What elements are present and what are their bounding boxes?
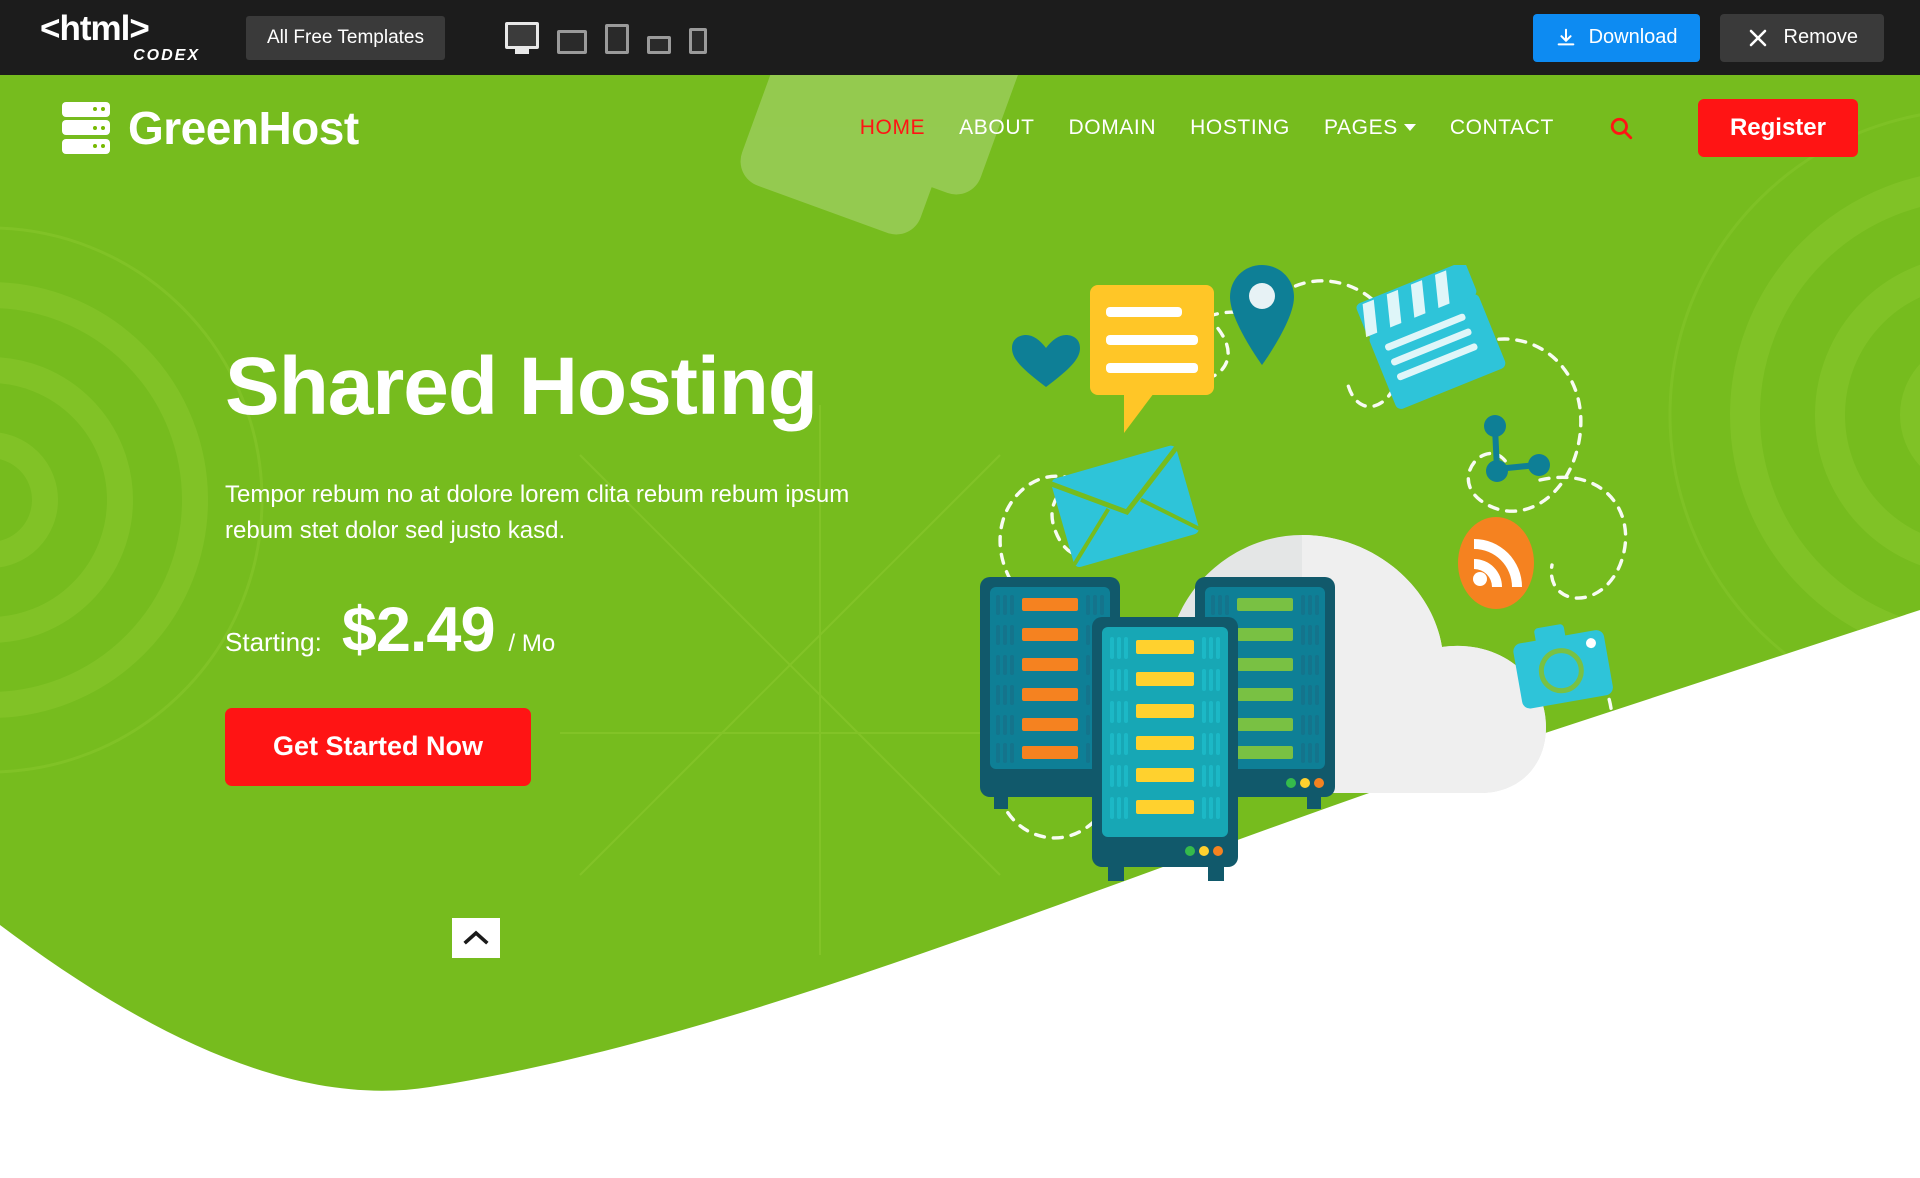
- nav-item-domain[interactable]: DOMAIN: [1069, 116, 1157, 140]
- remove-button-label: Remove: [1783, 26, 1858, 48]
- envelope-icon: [1050, 445, 1201, 568]
- htmlcodex-topbar: <html> CODEX All Free Templates Download…: [0, 0, 1920, 75]
- hero-heading: Shared Hosting: [225, 341, 818, 432]
- heart-icon: [1012, 335, 1080, 387]
- template-preview-page: GreenHost HOME ABOUT DOMAIN HOSTING PAGE…: [0, 75, 1920, 1178]
- all-free-templates-button[interactable]: All Free Templates: [246, 15, 445, 60]
- clapperboard-icon: [1356, 265, 1506, 409]
- remove-button[interactable]: Remove: [1719, 13, 1884, 62]
- download-button-label: Download: [1588, 26, 1678, 48]
- hero-price-row: Starting: $2.49 / Mo: [225, 594, 945, 666]
- site-navbar: GreenHost HOME ABOUT DOMAIN HOSTING PAGE…: [0, 75, 1920, 180]
- htmlcodex-logo[interactable]: <html> CODEX: [40, 10, 200, 66]
- download-button[interactable]: Download: [1532, 13, 1700, 62]
- hero-copy: Shared Hosting Tempor rebum no at dolore…: [225, 345, 945, 786]
- nav-item-pages-label: PAGES: [1324, 115, 1398, 139]
- search-button[interactable]: [1604, 111, 1638, 145]
- hero-subtitle: Tempor rebum no at dolore lorem clita re…: [225, 480, 850, 544]
- search-icon: [1610, 117, 1633, 139]
- rss-icon: [1458, 517, 1534, 609]
- price-value: $2.49: [341, 594, 496, 665]
- nav-item-home[interactable]: HOME: [860, 116, 925, 140]
- phone-portrait-icon: [689, 27, 707, 54]
- nav-item-contact[interactable]: CONTACT: [1450, 116, 1554, 140]
- tablet-landscape-icon: [557, 29, 587, 54]
- price-period: / Mo: [508, 629, 556, 657]
- phone-landscape-icon: [647, 35, 671, 54]
- site-title: GreenHost: [128, 101, 359, 154]
- device-tablet-portrait-button[interactable]: [605, 23, 629, 54]
- device-tablet-landscape-button[interactable]: [557, 29, 587, 54]
- topbar-actions: Download Remove: [1532, 13, 1884, 62]
- price-label: Starting:: [225, 626, 322, 657]
- device-phone-portrait-button[interactable]: [689, 27, 707, 54]
- nav-item-hosting[interactable]: HOSTING: [1190, 116, 1290, 140]
- chevron-up-icon: [463, 930, 489, 945]
- status-leds-yellow-rack: [1185, 846, 1223, 856]
- nav-item-about[interactable]: ABOUT: [959, 116, 1034, 140]
- close-x-icon: [1749, 29, 1766, 46]
- cloud-hosting-illustration: [980, 265, 1640, 985]
- register-button[interactable]: Register: [1697, 98, 1858, 157]
- device-desktop-button[interactable]: [505, 21, 539, 54]
- main-navigation: HOME ABOUT DOMAIN HOSTING PAGES CONTACT …: [860, 98, 1920, 157]
- htmlcodex-wordmark: <html>: [40, 9, 150, 48]
- desktop-icon: [505, 21, 539, 54]
- share-nodes-icon: [1484, 415, 1550, 482]
- device-phone-landscape-button[interactable]: [647, 35, 671, 54]
- back-to-top-button[interactable]: [452, 918, 500, 958]
- tablet-portrait-icon: [605, 23, 629, 54]
- device-preview-switcher: [505, 21, 707, 54]
- server-rack-yellow: [1092, 617, 1238, 881]
- camera-icon: [1513, 624, 1613, 709]
- location-pin-icon: [1230, 265, 1294, 365]
- chat-bubble-icon: [1090, 285, 1214, 433]
- download-icon: [1557, 28, 1574, 45]
- get-started-button[interactable]: Get Started Now: [225, 707, 532, 786]
- nav-item-pages[interactable]: PAGES: [1324, 116, 1416, 140]
- hero-section: GreenHost HOME ABOUT DOMAIN HOSTING PAGE…: [0, 75, 1920, 1178]
- site-logo[interactable]: GreenHost: [62, 101, 359, 155]
- status-leds-green-rack: [1286, 778, 1324, 788]
- server-stack-icon: [62, 101, 110, 154]
- htmlcodex-subword: CODEX: [133, 47, 200, 64]
- chevron-down-icon: [1403, 123, 1416, 131]
